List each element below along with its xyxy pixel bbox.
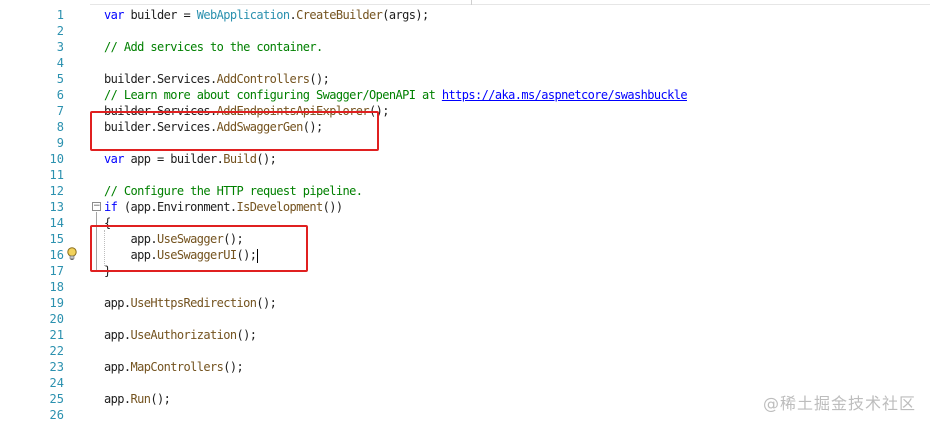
code-token: app. (104, 296, 131, 310)
code-line[interactable]: // Learn more about configuring Swagger/… (104, 87, 688, 103)
code-token: (app.Environment. (117, 200, 237, 214)
highlight-box-add-swagger-gen (90, 111, 379, 151)
line-number: 12 (49, 184, 64, 198)
code-line[interactable]: app.UseAuthorization(); (104, 327, 257, 343)
code-token: (); (223, 360, 244, 374)
line-number: 17 (49, 264, 64, 278)
code-token: app. (104, 328, 131, 342)
code-token: Build (223, 152, 257, 166)
code-token: Run (130, 392, 151, 406)
line-number: 20 (49, 312, 64, 326)
line-number: 26 (49, 408, 64, 422)
code-token: builder.Services. (104, 72, 217, 86)
code-editor[interactable]: var builder = WebApplication.CreateBuild… (104, 0, 924, 428)
line-number: 3 (56, 40, 64, 54)
line-number: 11 (49, 168, 64, 182)
code-token: app = builder. (123, 152, 224, 166)
code-token: (); (150, 392, 171, 406)
code-token: WebApplication (196, 8, 290, 22)
lightbulb-icon[interactable] (66, 247, 78, 261)
line-number: 7 (56, 104, 64, 118)
line-number: 13 (49, 200, 64, 214)
line-number: 5 (56, 72, 64, 86)
code-link[interactable]: https://aka.ms/aspnetcore/swashbuckle (442, 88, 688, 102)
line-number: 21 (49, 328, 64, 342)
code-line[interactable]: app.MapControllers(); (104, 359, 244, 375)
code-token: (); (256, 296, 277, 310)
collapse-toggle-icon[interactable]: − (92, 202, 101, 211)
code-token: app. (104, 360, 131, 374)
watermark: @稀土掘金技术社区 (762, 394, 916, 413)
line-number: 18 (49, 280, 64, 294)
code-token: var (104, 8, 124, 22)
code-token: builder = (123, 8, 197, 22)
code-line[interactable]: var app = builder.Build(); (104, 151, 277, 167)
line-number: 4 (56, 56, 64, 70)
code-line[interactable]: if (app.Environment.IsDevelopment()) (104, 199, 343, 215)
line-number: 2 (56, 24, 64, 38)
code-line[interactable]: var builder = WebApplication.CreateBuild… (104, 7, 429, 23)
code-token: UseHttpsRedirection (130, 296, 257, 310)
line-number: 6 (56, 88, 64, 102)
line-number: 1 (56, 8, 64, 22)
line-number: 15 (49, 232, 64, 246)
line-number: 16 (49, 248, 64, 262)
code-line[interactable]: app.UseHttpsRedirection(); (104, 295, 277, 311)
code-token: // Add services to the container. (104, 40, 323, 54)
code-line[interactable]: // Configure the HTTP request pipeline. (104, 183, 363, 199)
line-number: 19 (49, 296, 64, 310)
highlight-box-use-swagger (90, 225, 308, 272)
code-token: (); (309, 72, 330, 86)
code-token: MapControllers (130, 360, 224, 374)
line-number: 22 (49, 344, 64, 358)
code-token: (args); (382, 8, 429, 22)
code-token: CreateBuilder (296, 8, 383, 22)
code-token: ()) (322, 200, 343, 214)
code-token: IsDevelopment (236, 200, 324, 214)
line-number: 8 (56, 120, 64, 134)
line-number: 23 (49, 360, 64, 374)
code-token: AddControllers (216, 72, 310, 86)
line-number: 14 (49, 216, 64, 230)
line-number: 10 (49, 152, 64, 166)
line-number: 24 (49, 376, 64, 390)
code-line[interactable]: app.Run(); (104, 391, 171, 407)
line-number: 25 (49, 392, 64, 406)
code-token: // Configure the HTTP request pipeline. (104, 184, 363, 198)
code-line[interactable]: // Add services to the container. (104, 39, 323, 55)
code-token: (); (256, 152, 277, 166)
line-number: 9 (56, 136, 64, 150)
code-token: var (104, 152, 124, 166)
code-token: if (104, 200, 118, 214)
code-token: (); (236, 328, 257, 342)
code-token: UseAuthorization (130, 328, 238, 342)
code-token: // Learn more about configuring Swagger/… (104, 88, 442, 102)
code-line[interactable]: builder.Services.AddControllers(); (104, 71, 330, 87)
line-number-gutter: 1 2 3 4 5 6 7 8 9 10 11 12 13 14 15 16 17 18 19 20 21 22 23 24 2… (0, 0, 90, 428)
code-token: app. (104, 392, 131, 406)
